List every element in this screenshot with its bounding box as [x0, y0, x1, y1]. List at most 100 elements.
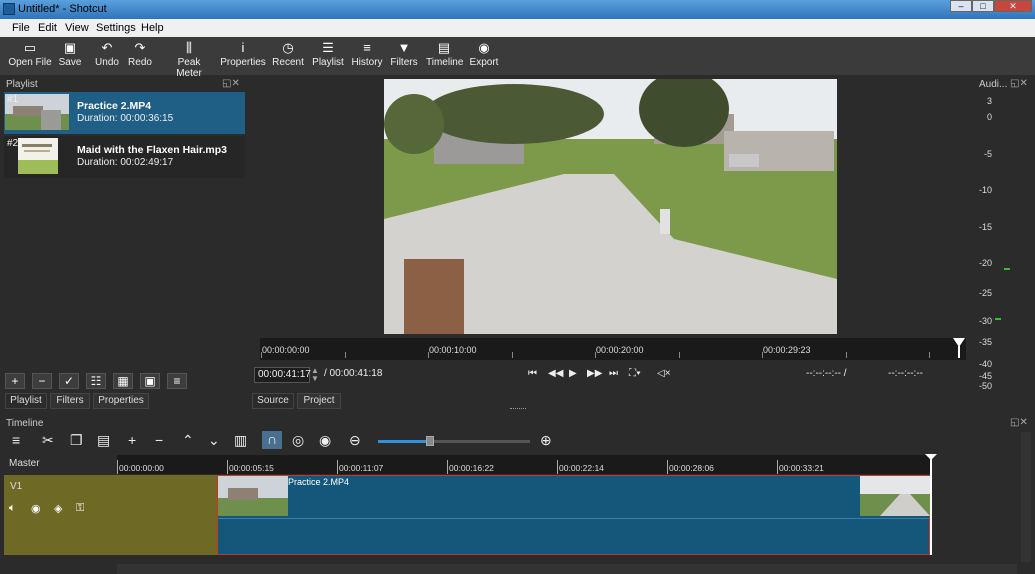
empty-track-area[interactable]	[117, 475, 217, 555]
position-timecode-field[interactable]: 00:00:41:17	[254, 367, 311, 383]
out-point: --:--:--:--	[888, 368, 923, 379]
rewind-button[interactable]: ◀◀	[548, 368, 563, 379]
skip-previous-button[interactable]: ⏮	[528, 368, 537, 379]
playlist-item[interactable]: #2 Maid with the Flaxen Hair.mp3 Duratio…	[4, 136, 245, 178]
panel-float-close-icon[interactable]: ◱✕	[222, 78, 240, 89]
clip-end-thumbnail	[860, 476, 930, 516]
playlist-menu-button[interactable]: ≡	[167, 373, 187, 389]
tiles-view-button[interactable]: ▦	[113, 373, 133, 389]
play-button[interactable]: ▶	[569, 368, 577, 379]
zoom-slider-handle[interactable]	[426, 436, 434, 446]
timecode-spin-icon[interactable]: ▲ ▼	[311, 367, 319, 383]
append-button[interactable]: +	[128, 432, 136, 448]
playlist-button[interactable]: ☰ Playlist	[311, 39, 345, 68]
volume-button[interactable]: ◁×	[657, 368, 671, 379]
paste-button[interactable]: ▤	[97, 432, 110, 449]
update-button[interactable]: ✓	[59, 373, 79, 389]
tab-project[interactable]: Project	[297, 393, 341, 409]
zoom-out-button[interactable]: ⊖	[349, 432, 361, 449]
timeline-vertical-scrollbar[interactable]	[1021, 432, 1031, 562]
history-button[interactable]: ≡ History	[350, 39, 384, 68]
minus-icon: −	[38, 374, 46, 388]
audio-scale-label: -20	[978, 258, 992, 268]
lock-icon[interactable]: ⚿	[76, 502, 84, 515]
mute-track-icon[interactable]: 🔈︎	[9, 502, 16, 515]
details-list-icon: ☷	[90, 374, 102, 388]
timeline-panel-close-icon[interactable]: ◱✕	[1010, 417, 1028, 428]
clipboard-icon: ▤	[97, 432, 111, 448]
splitter-handle[interactable]	[510, 408, 526, 410]
redo-button[interactable]: ↷ Redo	[126, 39, 154, 68]
menu-edit[interactable]: Edit	[38, 22, 57, 34]
details-view-button[interactable]: ☷	[86, 373, 106, 389]
zoom-in-button[interactable]: ⊕	[540, 432, 552, 449]
peak-meter-button[interactable]: ⫼ Peak Meter	[164, 39, 214, 79]
overwrite-icon: ⌄	[208, 432, 220, 448]
cut-button[interactable]: ✂	[42, 432, 54, 449]
overwrite-button[interactable]: ⌄	[208, 432, 220, 449]
export-button[interactable]: ◉ Export	[468, 39, 500, 68]
icons-view-button[interactable]: ▣	[140, 373, 160, 389]
video-preview[interactable]	[384, 79, 837, 334]
add-button[interactable]: +	[5, 373, 25, 389]
timeline-playhead[interactable]	[930, 458, 932, 555]
skip-next-button[interactable]: ⏭	[609, 368, 618, 379]
maximize-button[interactable]: □	[972, 0, 994, 12]
remove-button[interactable]: −	[155, 432, 163, 448]
menu-settings[interactable]: Settings	[96, 22, 136, 34]
tab-properties[interactable]: Properties	[93, 393, 149, 409]
funnel-icon: ▼	[397, 40, 411, 55]
tab-playlist[interactable]: Playlist	[5, 393, 47, 409]
lift-button[interactable]: ⌃	[182, 432, 194, 449]
timeline-menu-button[interactable]: ≡	[12, 432, 20, 448]
snap-button[interactable]: ∩	[262, 431, 282, 449]
scrub-button[interactable]: ◎	[292, 432, 304, 449]
clip-start-thumbnail	[218, 476, 288, 516]
ripple-button[interactable]: ◉	[319, 432, 331, 449]
audio-scale-label: -50	[978, 381, 992, 391]
fast-forward-button[interactable]: ▶▶	[587, 368, 602, 379]
playlist-item[interactable]: #1 Practice 2.MP4 Duration: 00:00:36:15	[4, 92, 245, 134]
audio-scale-label: -40	[978, 359, 992, 369]
timeline-button[interactable]: ▤ Timeline	[426, 39, 463, 68]
hide-track-icon[interactable]: ◉	[31, 502, 41, 515]
open-file-button[interactable]: ▭ Open File	[8, 39, 52, 68]
properties-button[interactable]: i Properties	[220, 39, 266, 68]
copy-button[interactable]: ❐	[70, 432, 83, 449]
main-toolbar: ▭ Open File ▣ Save ↶ Undo ↷ Redo ⫼ Peak Meter…	[0, 37, 1035, 79]
audio-scale-label: -15	[978, 222, 992, 232]
undo-button[interactable]: ↶ Undo	[92, 39, 122, 68]
split-button[interactable]: ▥	[234, 432, 247, 449]
ruler-tick: 00:00:00:00	[262, 345, 310, 355]
recent-button[interactable]: ◷ Recent	[272, 39, 304, 68]
tab-source[interactable]: Source	[252, 393, 294, 409]
check-icon: ✓	[63, 374, 75, 388]
timeline-horizontal-scrollbar[interactable]	[117, 564, 1017, 574]
split-icon: ▥	[234, 432, 248, 448]
audio-panel-title: Audi...	[979, 79, 1008, 90]
audio-scale-label: -45	[978, 371, 992, 381]
composite-icon[interactable]: ◈	[54, 502, 62, 515]
audio-scale-label: -30	[978, 316, 992, 326]
timeline-playhead-handle[interactable]	[925, 454, 937, 460]
save-icon: ▣	[63, 40, 77, 55]
menu-file[interactable]: File	[12, 22, 30, 34]
save-button[interactable]: ▣ Save	[56, 39, 84, 68]
timeline-tick: 00:00:22:14	[559, 463, 604, 473]
close-window-button[interactable]: ✕	[994, 0, 1032, 12]
minimize-button[interactable]: –	[950, 0, 972, 12]
scissors-icon: ✂	[42, 432, 54, 448]
history-icon: ≡	[363, 40, 371, 55]
filters-button[interactable]: ▼ Filters	[390, 39, 418, 68]
audio-panel-close-icon[interactable]: ◱✕	[1010, 78, 1028, 89]
remove-button[interactable]: −	[32, 373, 52, 389]
menu-help[interactable]: Help	[141, 22, 164, 34]
tab-filters[interactable]: Filters	[50, 393, 90, 409]
menu-icon: ≡	[173, 374, 181, 388]
timeline-clip[interactable]: Practice 2.MP4	[217, 475, 930, 555]
audio-scale-label: -35	[978, 337, 992, 347]
menu-view[interactable]: View	[65, 22, 89, 34]
timeline-tick: 00:00:05:15	[229, 463, 274, 473]
zoom-button[interactable]: ⛶▾	[629, 368, 641, 379]
ruler-tick: 00:00:20:00	[596, 345, 644, 355]
